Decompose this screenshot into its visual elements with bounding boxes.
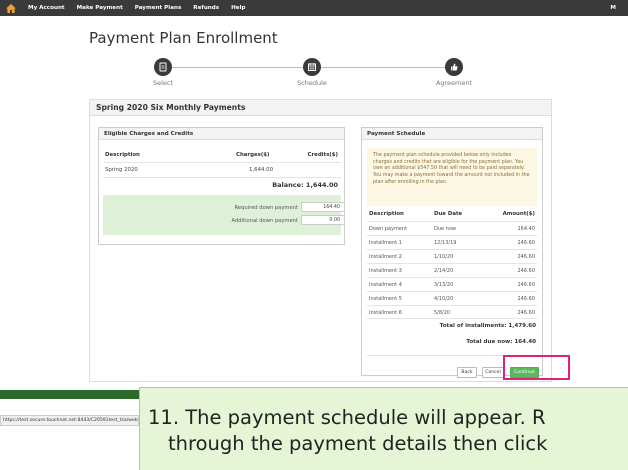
- step-select: [154, 58, 172, 76]
- row-description: Installment 2: [369, 254, 402, 260]
- sched-col-description-header: Description: [369, 211, 404, 217]
- nav-my-account[interactable]: My Account: [28, 5, 65, 11]
- balance-total: Balance: 1,644.00: [272, 181, 338, 189]
- col-credits-header: Credits($): [307, 152, 338, 158]
- col-charges-header: Charges($): [236, 152, 270, 158]
- row-amount: 246.60: [517, 296, 536, 302]
- row-amount: 246.60: [517, 282, 536, 288]
- step-connector: [321, 67, 445, 68]
- divider: [103, 177, 341, 178]
- row-description: Installment 4: [369, 282, 402, 288]
- charge-description: Spring 2020: [105, 167, 138, 173]
- nav-help[interactable]: Help: [231, 5, 245, 11]
- payment-plan-panel: Spring 2020 Six Monthly Payments Eligibl…: [89, 99, 552, 382]
- payment-schedule-title: Payment Schedule: [362, 128, 542, 140]
- row-due-date: 1/10/20: [434, 254, 454, 260]
- home-button[interactable]: [0, 0, 22, 16]
- row-due-date: 4/10/20: [434, 296, 454, 302]
- required-down-payment-label: Required down payment: [234, 205, 299, 211]
- row-amount: 246.60: [517, 268, 536, 274]
- step-label-agreement: Agreement: [435, 79, 473, 87]
- instruction-callout: 11. The payment schedule will appear. R …: [139, 387, 628, 470]
- page-title: Payment Plan Enrollment: [89, 29, 278, 47]
- step-schedule: [303, 58, 321, 76]
- row-due-date: Due now: [434, 226, 457, 232]
- table-row: Down payment Due now 164.40: [367, 221, 537, 235]
- eligible-charges-card: Eligible Charges and Credits Description…: [98, 127, 345, 245]
- row-description: Installment 5: [369, 296, 402, 302]
- table-row: Installment 4 3/13/20 246.60: [367, 277, 537, 291]
- table-row: Installment 3 2/14/20 246.60: [367, 263, 537, 277]
- sched-col-amount-header: Amount($): [502, 211, 535, 217]
- nav-make-payment[interactable]: Make Payment: [77, 5, 123, 11]
- required-down-payment-field: 164.40: [301, 202, 345, 212]
- additional-down-payment-field[interactable]: 0.00: [301, 215, 345, 225]
- row-due-date: 5/8/20: [434, 310, 451, 316]
- schedule-notice: The payment plan schedule provided below…: [367, 148, 537, 206]
- step-label-schedule: Schedule: [297, 79, 327, 87]
- continue-highlight-box: [503, 355, 570, 380]
- row-due-date: 2/14/20: [434, 268, 454, 274]
- row-due-date: 12/13/19: [434, 240, 457, 246]
- cancel-button[interactable]: Cancel: [482, 367, 504, 378]
- divider: [103, 162, 341, 163]
- row-description: Down payment: [369, 226, 408, 232]
- status-url: https://test.secure.touchnet.net:8443/C2…: [0, 415, 139, 426]
- total-installments: Total of installments: 1,479.60: [439, 323, 536, 329]
- nav-refunds[interactable]: Refunds: [193, 5, 219, 11]
- payment-schedule-card: Payment Schedule The payment plan schedu…: [361, 127, 543, 376]
- row-description: Installment 3: [369, 268, 402, 274]
- table-row: Installment 6 5/8/20 246.60: [367, 305, 537, 319]
- total-due-now: Total due now: 164.40: [466, 339, 536, 345]
- callout-line-1: 11. The payment schedule will appear. R: [148, 406, 546, 429]
- row-amount: 164.40: [517, 226, 536, 232]
- table-row: Installment 2 1/10/20 246.60: [367, 249, 537, 263]
- plan-title: Spring 2020 Six Monthly Payments: [90, 100, 551, 116]
- document-icon: [159, 62, 167, 72]
- back-button[interactable]: Back: [457, 367, 477, 378]
- charge-amount: 1,644.00: [249, 167, 274, 173]
- table-row: Installment 5 4/10/20 246.60: [367, 291, 537, 305]
- row-description: Installment 1: [369, 240, 402, 246]
- user-menu[interactable]: M: [610, 0, 616, 16]
- thumbs-up-icon: [451, 63, 458, 71]
- calendar-icon: [308, 63, 316, 71]
- row-amount: 246.60: [517, 254, 536, 260]
- row-due-date: 3/13/20: [434, 282, 454, 288]
- nav-payment-plans[interactable]: Payment Plans: [135, 5, 182, 11]
- step-label-select: Select: [152, 79, 174, 87]
- additional-down-payment-label: Additional down payment: [231, 218, 298, 224]
- down-payment-section: Required down payment 164.40 Additional …: [103, 195, 345, 235]
- step-connector: [172, 67, 303, 68]
- table-row: Installment 1 12/13/19 246.60: [367, 235, 537, 249]
- callout-line-2: through the payment details then click: [168, 432, 548, 455]
- eligible-charges-title: Eligible Charges and Credits: [99, 128, 344, 140]
- home-icon: [6, 3, 16, 13]
- row-amount: 246.60: [517, 240, 536, 246]
- step-indicator: Select Schedule Agreement: [89, 58, 552, 88]
- step-agreement: [445, 58, 463, 76]
- top-nav-bar: My Account Make Payment Payment Plans Re…: [0, 0, 628, 16]
- row-description: Installment 6: [369, 310, 402, 316]
- row-amount: 246.60: [517, 310, 536, 316]
- sched-col-due-header: Due Date: [434, 211, 463, 217]
- col-description-header: Description: [105, 152, 140, 158]
